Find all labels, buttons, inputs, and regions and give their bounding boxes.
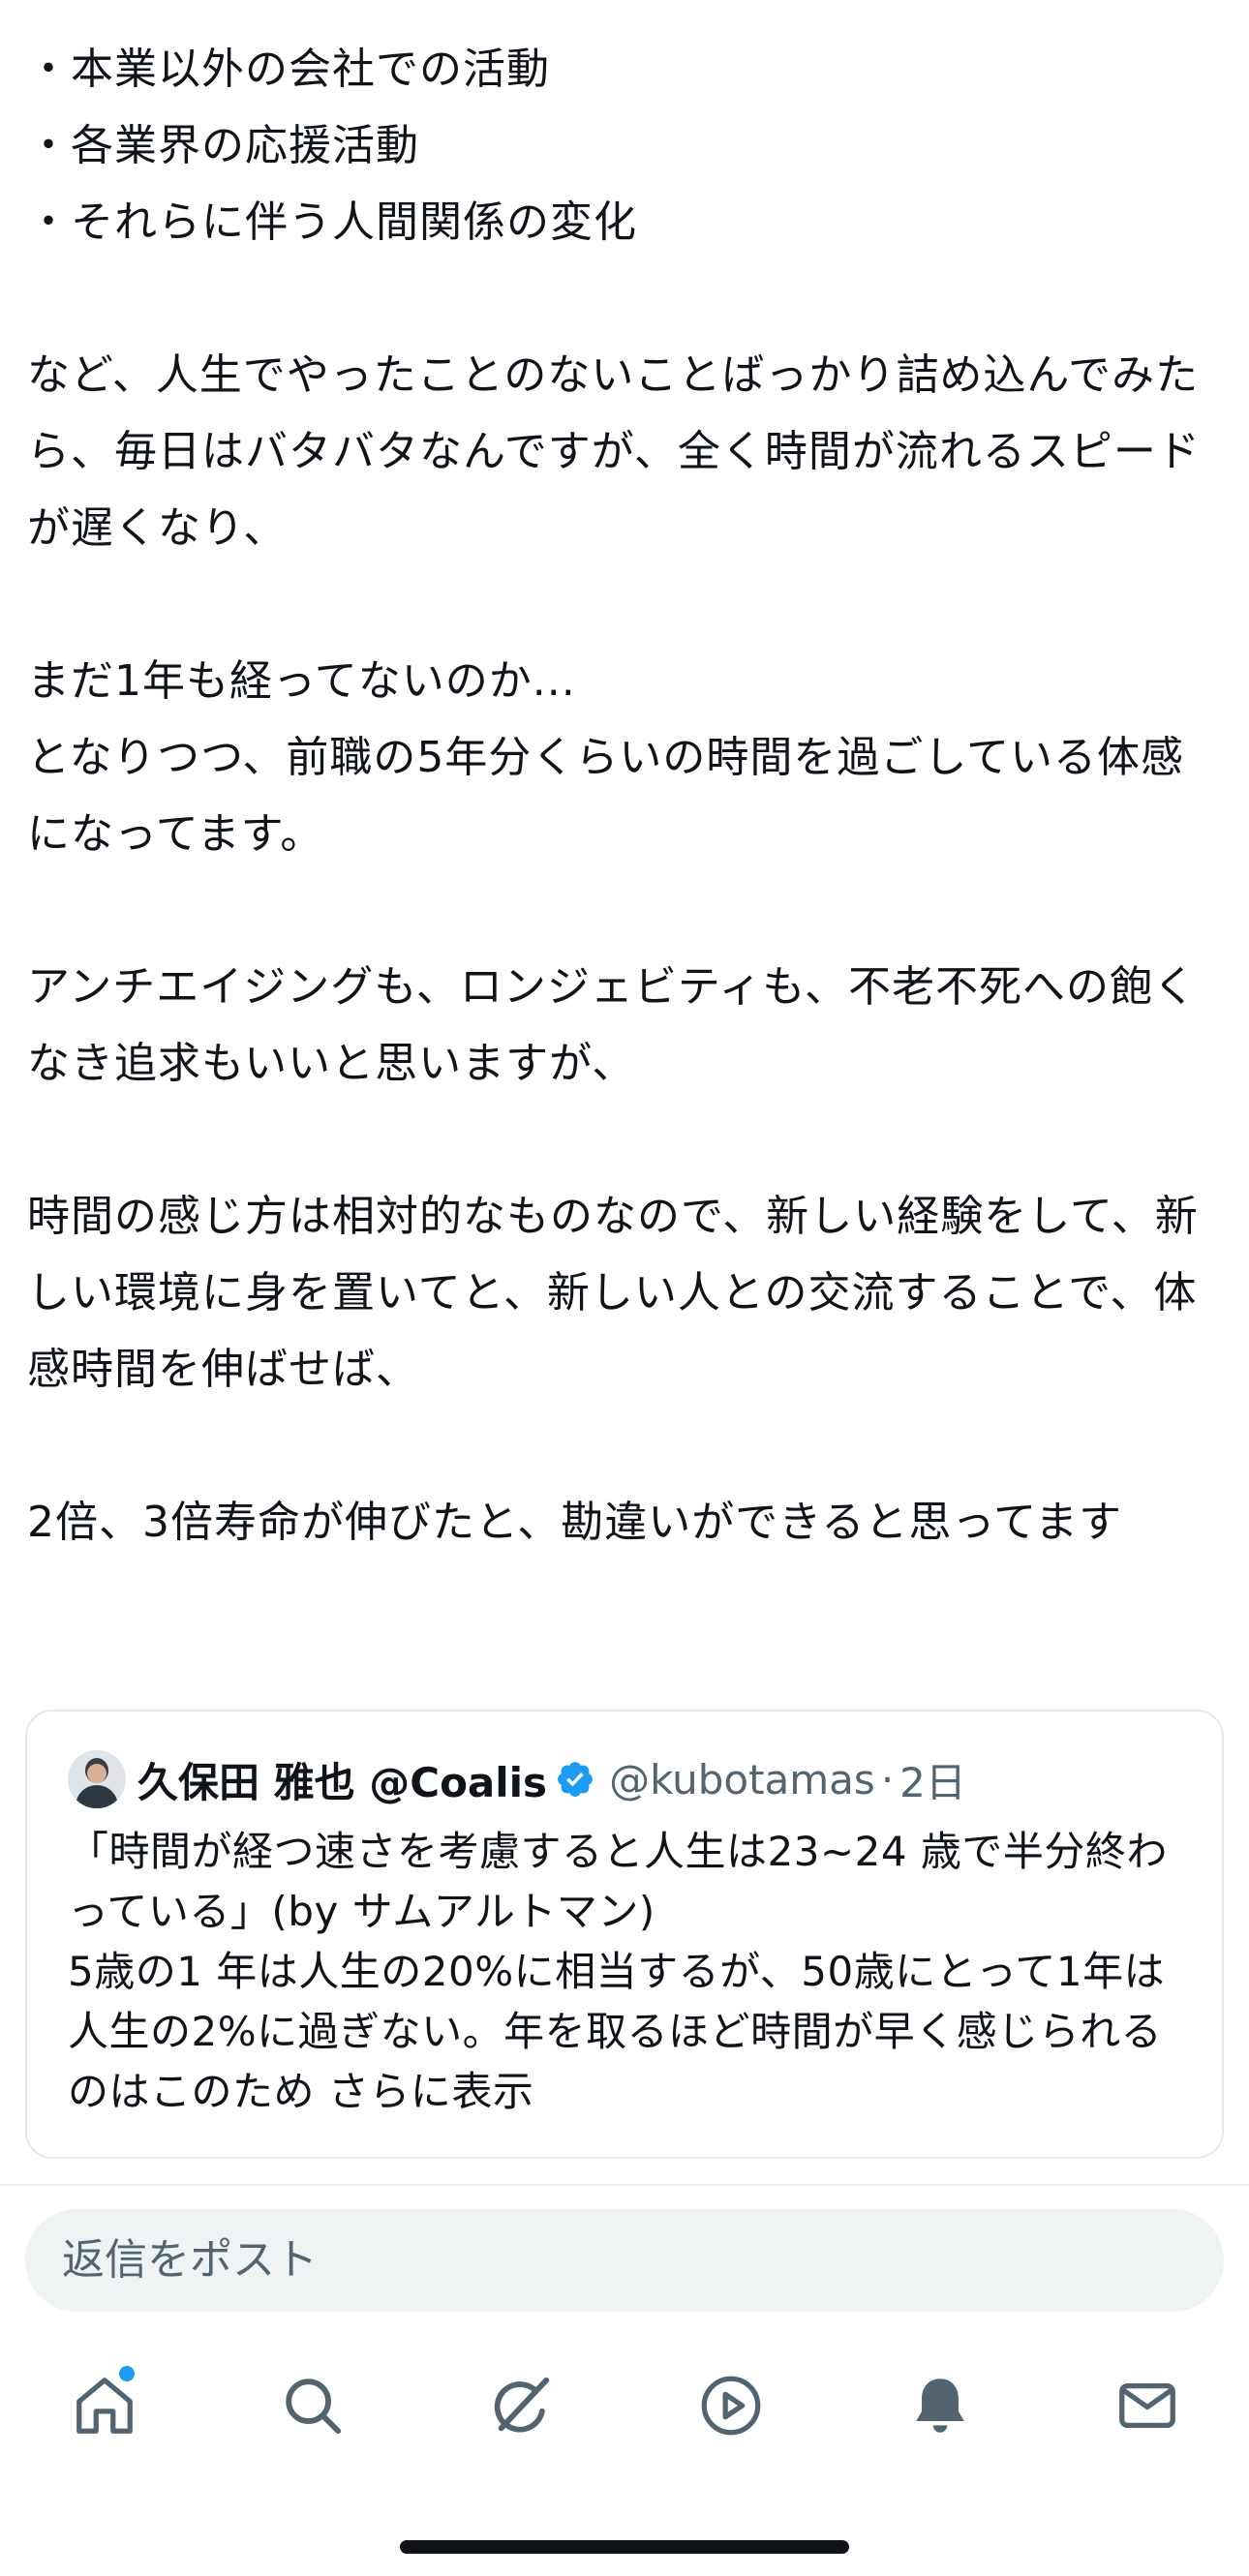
tab-search[interactable]	[259, 2352, 366, 2459]
reply-input[interactable]: 返信をポスト	[25, 2209, 1224, 2312]
quoted-post-body: 「時間が経つ速さを考慮すると人生は23~24 歳で半分終わっている」(by サム…	[68, 1828, 1168, 2115]
quoted-post-card[interactable]: 久保田 雅也 @Coalis @kubotamas · 2日 「時間が経つ速さを…	[25, 1710, 1224, 2159]
quoted-post-header: 久保田 雅也 @Coalis @kubotamas · 2日	[68, 1748, 1181, 1810]
post-text: ・本業以外の会社での活動 ・各業界の応援活動 ・それらに伴う人間関係の変化 など…	[27, 31, 1222, 1561]
tab-notifications[interactable]	[887, 2352, 993, 2459]
post-line: 2倍、3倍寿命が伸びたと、勘違いができると思ってます	[27, 1498, 1122, 1547]
quoted-post-time[interactable]: 2日	[899, 1750, 966, 1809]
post-line: など、人生でやったことのないことばっかり詰め込んでみたら、毎日はバタバタなんです…	[27, 350, 1201, 553]
post-detail-screen: ・本業以外の会社での活動 ・各業界の応援活動 ・それらに伴う人間関係の変化 など…	[0, 0, 1249, 2576]
show-more-link[interactable]: さらに表示	[328, 2068, 534, 2115]
post-line: となりつつ、前職の5年分くらいの時間を過ごしている体感になってます。	[27, 733, 1185, 859]
grok-icon	[494, 2377, 550, 2433]
post-line: まだ1年も経ってないのか...	[27, 656, 576, 706]
post-line: アンチエイジングも、ロンジェビティも、不老不死への飽くなき追求もいいと思いますが…	[27, 962, 1197, 1088]
post-line: ・それらに伴う人間関係の変化	[27, 197, 637, 247]
post-line: ・各業界の応援活動	[27, 121, 419, 170]
post-line: 時間の感じ方は相対的なものなので、新しい経験をして、新しい環境に身を置いてと、新…	[27, 1192, 1199, 1394]
notification-dot	[119, 2366, 135, 2381]
quoted-post-text: 「時間が経つ速さを考慮すると人生は23~24 歳で半分終わっている」(by サム…	[68, 1822, 1181, 2122]
post-line: ・本業以外の会社での活動	[27, 45, 550, 94]
divider	[0, 2184, 1249, 2186]
avatar[interactable]	[68, 1750, 126, 1808]
separator-dot: ·	[880, 1755, 895, 1803]
notifications-bell-icon	[916, 2379, 964, 2433]
quoted-author-name[interactable]: 久保田 雅也 @Coalis	[137, 1750, 547, 1809]
bottom-tab-bar	[0, 2352, 1249, 2459]
quoted-author-handle[interactable]: @kubotamas	[609, 1756, 875, 1803]
home-icon	[76, 2378, 133, 2434]
reply-placeholder: 返信をポスト	[62, 2235, 318, 2285]
messages-envelope-icon	[1119, 2382, 1175, 2429]
tab-video[interactable]	[678, 2352, 784, 2459]
tab-grok[interactable]	[468, 2352, 574, 2459]
tab-messages[interactable]	[1094, 2352, 1201, 2459]
video-play-icon	[701, 2376, 761, 2436]
search-icon	[286, 2379, 342, 2435]
verified-badge-icon	[558, 1762, 593, 1797]
tab-home[interactable]	[51, 2352, 158, 2459]
home-indicator	[400, 2540, 849, 2554]
